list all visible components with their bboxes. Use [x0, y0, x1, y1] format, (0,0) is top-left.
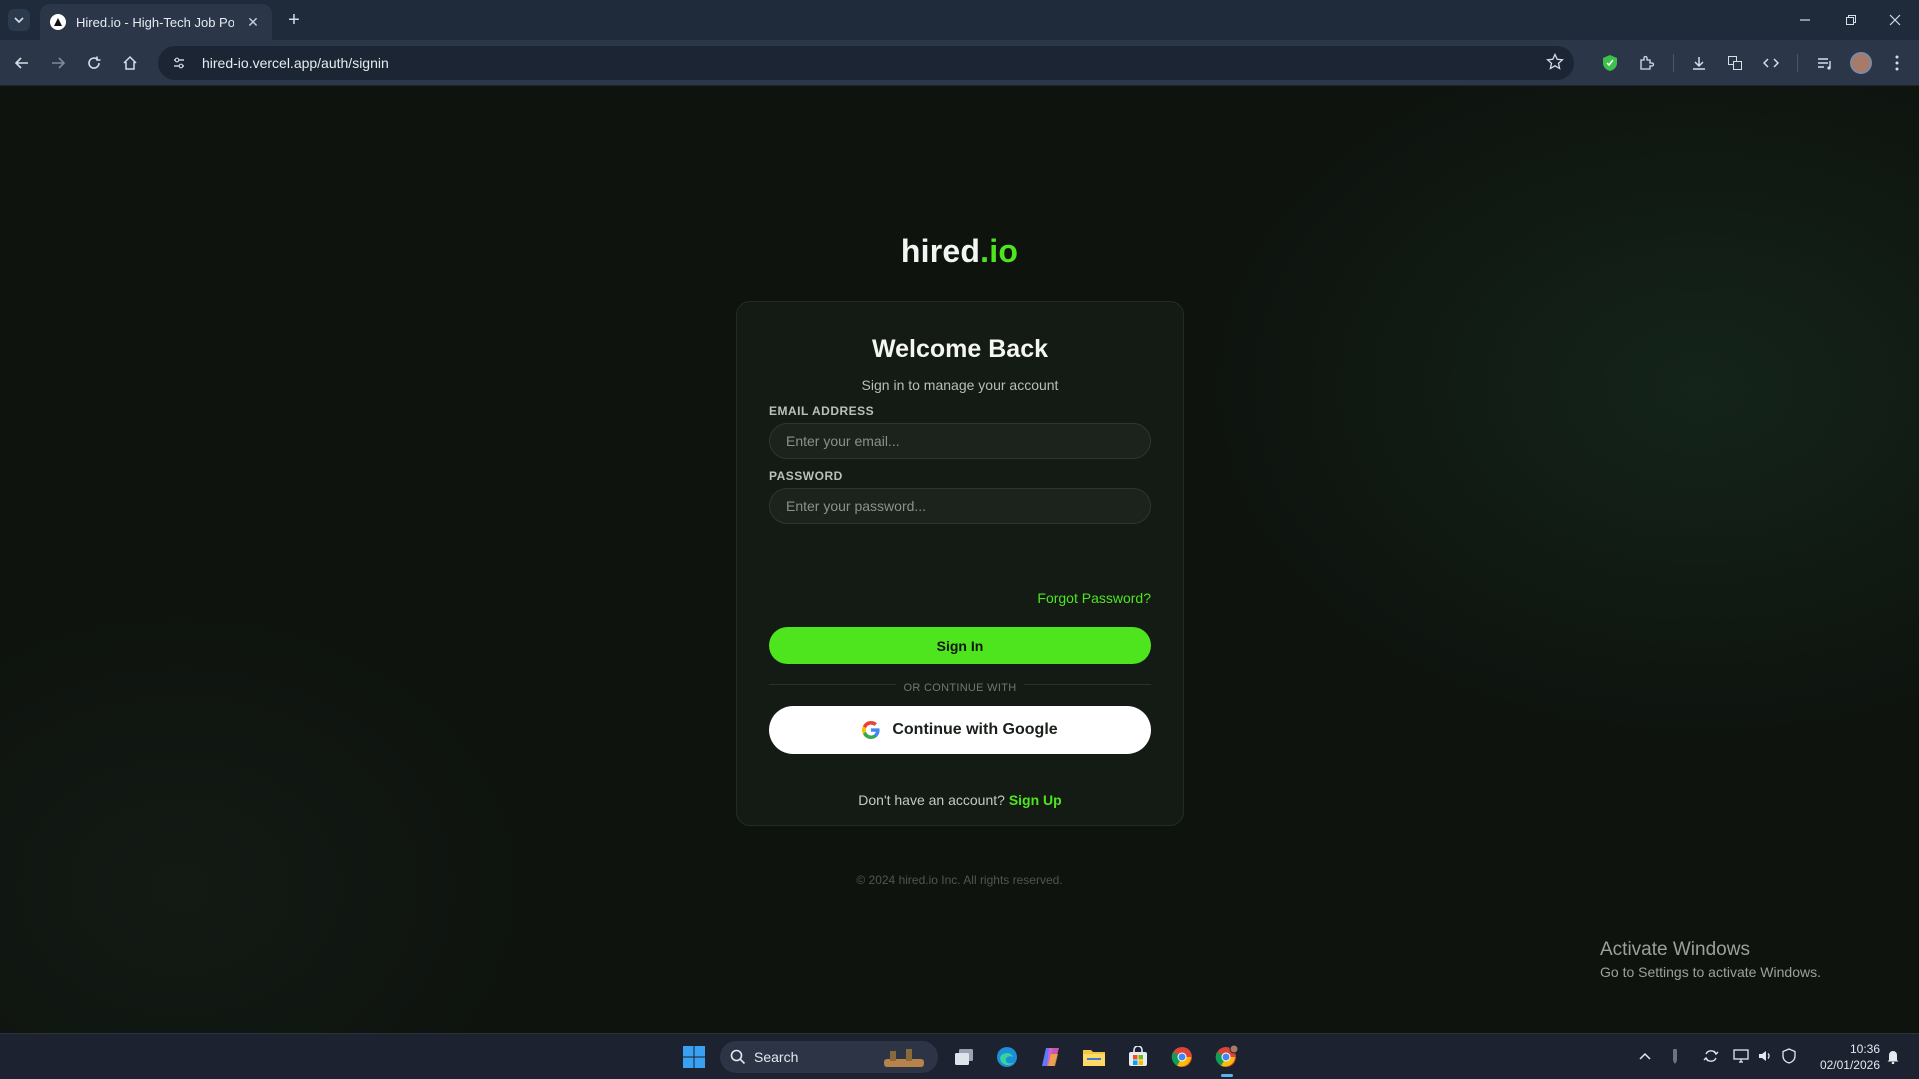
- media-controls-icon[interactable]: [1811, 49, 1839, 77]
- chrome-profile-icon[interactable]: [1210, 1041, 1242, 1077]
- signup-prompt: Don't have an account? Sign Up: [737, 792, 1183, 808]
- minimize-button[interactable]: [1783, 0, 1827, 40]
- brand-logo[interactable]: hired.io: [0, 233, 1919, 270]
- start-button[interactable]: [678, 1041, 710, 1073]
- active-app-indicator: [1221, 1074, 1233, 1077]
- copilot-icon[interactable]: [1035, 1041, 1067, 1073]
- toolbar-divider: [1797, 54, 1798, 72]
- card-title: Welcome Back: [871, 335, 1048, 363]
- task-view-icon[interactable]: [948, 1041, 980, 1073]
- home-icon: [123, 55, 137, 70]
- bookmark-star-icon[interactable]: [1546, 52, 1564, 76]
- browser-menu-icon[interactable]: [1883, 49, 1911, 77]
- divider-text: OR CONTINUE WITH: [895, 682, 1025, 694]
- windows-logo-icon: [683, 1046, 705, 1068]
- show-hidden-icons-button[interactable]: [1634, 1044, 1656, 1068]
- signup-prompt-text: Don't have an account?: [858, 792, 1005, 808]
- google-icon: [862, 721, 880, 739]
- password-label: PASSWORD: [769, 469, 843, 483]
- avatar: [1850, 52, 1872, 74]
- windows-taskbar: Search 10:36 02/01/2026: [0, 1033, 1919, 1079]
- email-label: EMAIL ADDRESS: [769, 404, 875, 418]
- sign-in-button[interactable]: Sign In: [769, 627, 1151, 664]
- taskbar-clock[interactable]: 10:36 02/01/2026: [1808, 1041, 1880, 1073]
- close-tab-icon[interactable]: ✕: [244, 13, 262, 31]
- brand-name: hired: [900, 233, 981, 269]
- restore-icon: [1846, 15, 1856, 25]
- new-tab-button[interactable]: +: [282, 8, 306, 32]
- volume-icon[interactable]: [1754, 1044, 1776, 1068]
- minimize-icon: [1800, 19, 1810, 21]
- search-label: Search: [754, 1049, 799, 1065]
- sync-icon[interactable]: [1700, 1044, 1722, 1068]
- reload-button[interactable]: [80, 49, 108, 77]
- file-explorer-icon[interactable]: [1078, 1041, 1110, 1073]
- continue-with-google-button[interactable]: Continue with Google: [769, 706, 1151, 754]
- search-highlight-icon: [884, 1049, 924, 1067]
- active-tab[interactable]: Hired.io - High-Tech Job Portal ✕: [40, 4, 272, 40]
- divider: OR CONTINUE WITH: [737, 678, 1183, 696]
- code-icon[interactable]: [1757, 49, 1785, 77]
- password-field[interactable]: [769, 488, 1151, 524]
- browser-toolbar: hired-io.vercel.app/auth/signin: [0, 40, 1919, 86]
- page-viewport: hired.io Welcome Back Sign in to manage …: [0, 87, 1919, 1033]
- site-info-icon[interactable]: [166, 50, 192, 76]
- clock-date: 02/01/2026: [1819, 1058, 1880, 1072]
- security-tray-icon[interactable]: [1778, 1044, 1800, 1068]
- sign-up-link[interactable]: Sign Up: [1009, 792, 1062, 808]
- clock-time: 10:36: [1849, 1042, 1880, 1056]
- toolbar-divider: [1673, 54, 1674, 72]
- tab-title: Hired.io - High-Tech Job Portal: [76, 14, 234, 30]
- watermark-title: Activate Windows: [1600, 939, 1750, 960]
- site-favicon-icon: [50, 14, 66, 30]
- microsoft-store-icon[interactable]: [1122, 1041, 1154, 1073]
- chrome-icon[interactable]: [1166, 1041, 1198, 1073]
- forgot-password-link[interactable]: Forgot Password?: [1037, 590, 1151, 606]
- taskbar-search[interactable]: Search: [720, 1041, 938, 1073]
- arrow-right-icon: [52, 57, 66, 69]
- tab-search-button[interactable]: [8, 9, 30, 31]
- chevron-down-icon: [14, 17, 24, 24]
- copyright-text: © 2024 hired.io Inc. All rights reserved…: [856, 873, 1063, 887]
- network-icon[interactable]: [1730, 1044, 1752, 1068]
- arrow-left-icon: [14, 57, 28, 69]
- search-icon: [730, 1049, 746, 1065]
- reload-icon: [88, 56, 101, 69]
- card-subtitle: Sign in to manage your account: [861, 377, 1059, 393]
- shield-extension-icon[interactable]: [1596, 49, 1624, 77]
- profile-avatar[interactable]: [1847, 49, 1875, 77]
- back-button[interactable]: [8, 49, 36, 77]
- url-text[interactable]: hired-io.vercel.app/auth/signin: [202, 55, 389, 71]
- google-button-label: Continue with Google: [892, 721, 1058, 738]
- home-button[interactable]: [116, 49, 144, 77]
- address-bar[interactable]: hired-io.vercel.app/auth/signin: [158, 46, 1574, 80]
- windows-activation-watermark: Activate Windows Go to Settings to activ…: [1600, 939, 1821, 980]
- close-window-button[interactable]: [1873, 0, 1917, 40]
- email-field[interactable]: [769, 423, 1151, 459]
- extensions-puzzle-icon[interactable]: [1632, 49, 1660, 77]
- signin-card: Welcome Back Sign in to manage your acco…: [736, 301, 1184, 826]
- brand-accent: .io: [980, 233, 1019, 269]
- forward-button[interactable]: [44, 49, 72, 77]
- pen-tray-icon[interactable]: [1664, 1044, 1686, 1068]
- browser-tab-bar: Hired.io - High-Tech Job Portal ✕ +: [0, 0, 1919, 40]
- translate-icon[interactable]: [1721, 49, 1749, 77]
- notification-bell-icon[interactable]: [1882, 1044, 1904, 1068]
- edge-browser-icon[interactable]: [991, 1041, 1023, 1073]
- watermark-subtitle: Go to Settings to activate Windows.: [1600, 964, 1821, 980]
- download-icon[interactable]: [1685, 49, 1713, 77]
- close-icon: [1889, 14, 1901, 26]
- restore-button[interactable]: [1829, 0, 1873, 40]
